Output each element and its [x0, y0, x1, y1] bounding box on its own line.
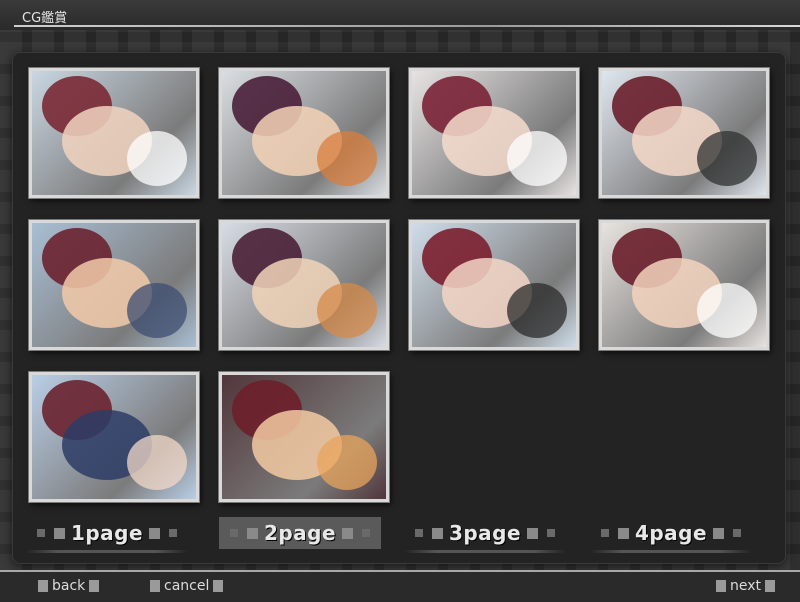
cancel-button[interactable]: cancel [146, 578, 227, 594]
cg-thumbnail-7[interactable] [409, 220, 579, 350]
illustration-shape [507, 283, 567, 338]
cancel-label: cancel [164, 578, 210, 594]
illustration-shape [127, 435, 187, 490]
square-ornament-icon [229, 529, 238, 537]
cg-thumbnail-1[interactable] [29, 68, 199, 198]
page-label: 1page [70, 521, 144, 545]
square-ornament-icon [246, 527, 258, 539]
illustration-shape [507, 131, 567, 186]
title-divider [14, 25, 800, 27]
illustration-shape [697, 283, 757, 338]
page-button-4[interactable]: 4page [590, 517, 752, 549]
page-button-2[interactable]: 2page [219, 517, 381, 549]
cg-thumbnail-9[interactable] [29, 372, 199, 502]
square-ornament-icon [617, 527, 629, 539]
cg-thumbnail-3[interactable] [409, 68, 579, 198]
square-ornament-icon [527, 527, 539, 539]
square-ornament-icon [600, 529, 609, 537]
square-ornament-icon [547, 529, 556, 537]
square-ornament-icon [342, 527, 354, 539]
illustration-shape [697, 131, 757, 186]
square-ornament-icon [53, 527, 65, 539]
cg-thumbnail-6[interactable] [219, 220, 389, 350]
next-label: next [730, 578, 762, 594]
window-title: CG鑑賞 [22, 11, 68, 26]
footer-bar [0, 570, 800, 602]
square-ornament-icon [38, 580, 48, 592]
square-ornament-icon [150, 580, 160, 592]
square-ornament-icon [765, 580, 776, 592]
square-ornament-icon [414, 529, 423, 537]
square-ornament-icon [213, 580, 224, 592]
page-underline [404, 550, 566, 553]
next-button[interactable]: next [712, 578, 779, 594]
illustration-shape [317, 435, 377, 490]
illustration-shape [127, 131, 187, 186]
square-ornament-icon [733, 529, 742, 537]
cg-thumbnail-10[interactable] [219, 372, 389, 502]
page-button-3[interactable]: 3page [404, 517, 566, 549]
cg-thumbnail-2[interactable] [219, 68, 389, 198]
back-label: back [52, 578, 86, 594]
page-underline [26, 550, 188, 553]
page-label: 3page [448, 521, 522, 545]
square-ornament-icon [89, 580, 100, 592]
back-button[interactable]: back [34, 578, 103, 594]
square-ornament-icon [713, 527, 725, 539]
illustration-shape [127, 283, 187, 338]
page-label: 4page [634, 521, 708, 545]
page-label: 2page [263, 521, 337, 545]
cg-thumbnail-4[interactable] [599, 68, 769, 198]
square-ornament-icon [431, 527, 443, 539]
square-ornament-icon [362, 529, 371, 537]
square-ornament-icon [716, 580, 726, 592]
square-ornament-icon [169, 529, 178, 537]
cg-thumbnail-5[interactable] [29, 220, 199, 350]
square-ornament-icon [149, 527, 161, 539]
page-underline [590, 550, 752, 553]
square-ornament-icon [36, 529, 45, 537]
illustration-shape [317, 131, 377, 186]
cg-thumbnail-8[interactable] [599, 220, 769, 350]
page-button-1[interactable]: 1page [26, 517, 188, 549]
illustration-shape [317, 283, 377, 338]
